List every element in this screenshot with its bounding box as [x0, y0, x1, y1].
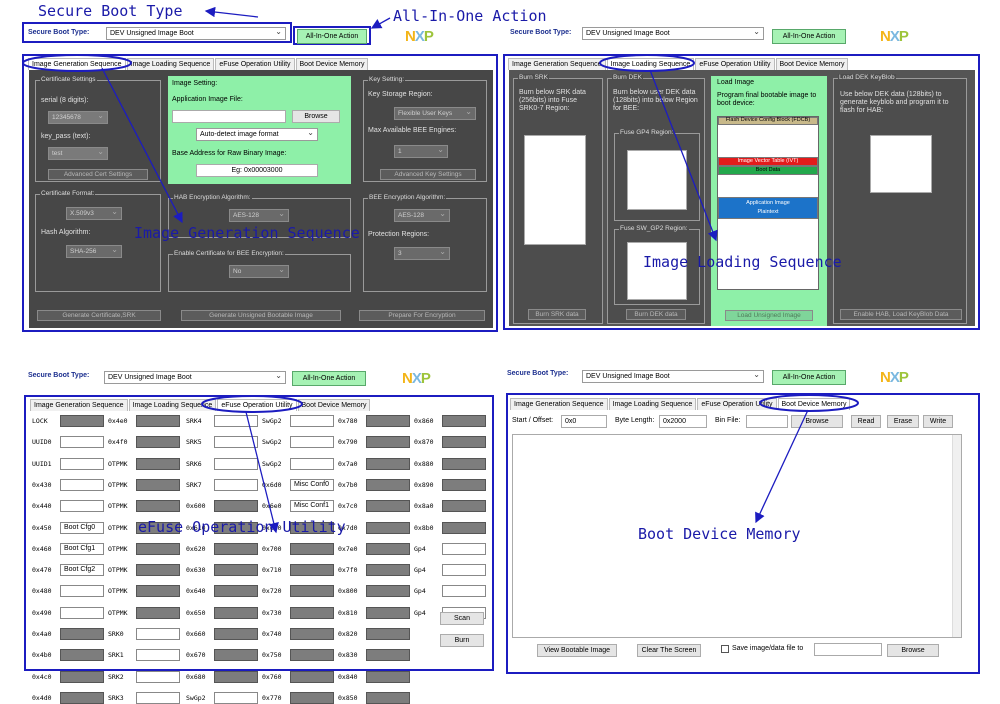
annotation-arrow — [370, 17, 391, 29]
annotation-arrow — [755, 409, 809, 524]
annotation-arrow — [245, 411, 279, 534]
annotation-arrow — [101, 67, 183, 224]
tab-highlight-ellipse — [599, 54, 695, 72]
tab-highlight-ellipse — [201, 395, 303, 413]
tab-highlight-ellipse — [22, 54, 132, 72]
annotation-arrow — [204, 6, 259, 18]
tab-highlight-ellipse — [759, 394, 859, 412]
annotation-overlay — [22, 6, 859, 534]
annotation-arrow — [649, 69, 718, 242]
